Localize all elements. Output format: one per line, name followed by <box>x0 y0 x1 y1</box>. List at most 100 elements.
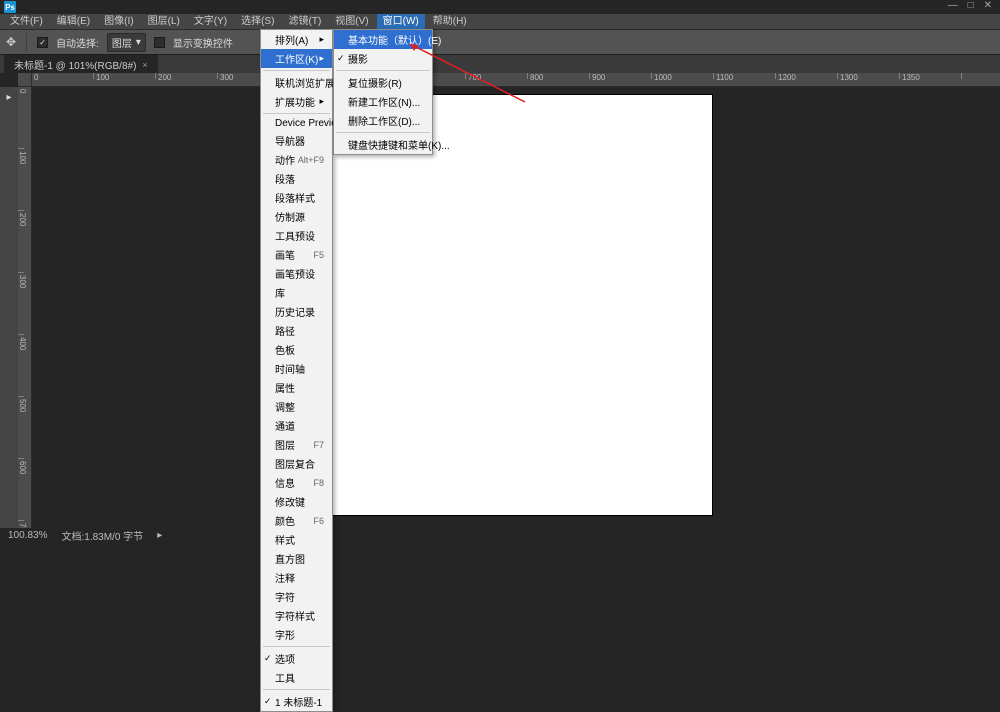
zoom-level[interactable]: 100.83% <box>8 530 47 541</box>
menu-item-label: 新建工作区(N)... <box>348 94 420 109</box>
menu-help[interactable]: 帮助(H) <box>427 14 473 29</box>
menu-item[interactable]: 选项 <box>261 649 332 668</box>
close-tab-icon[interactable]: × <box>142 60 147 70</box>
minimize-icon[interactable]: — <box>948 0 958 11</box>
menu-item[interactable]: 调整 <box>261 397 332 416</box>
menu-item[interactable]: 段落样式 <box>261 188 332 207</box>
menu-item-label: 仿制源 <box>275 209 305 224</box>
menu-item[interactable]: 注释 <box>261 568 332 587</box>
menu-item[interactable]: 新建工作区(N)... <box>334 92 432 111</box>
menu-item[interactable]: 工作区(K)▸ <box>261 49 332 68</box>
ruler-tick: 700 <box>18 521 31 528</box>
menu-item[interactable]: 样式 <box>261 530 332 549</box>
menu-image[interactable]: 图像(I) <box>98 14 139 29</box>
menu-item-label: 画笔预设 <box>275 266 315 281</box>
menu-item[interactable]: 联机浏览扩展... <box>261 73 332 92</box>
menu-item-label: 段落样式 <box>275 190 315 205</box>
menu-item[interactable]: 图层F7 <box>261 435 332 454</box>
document-tab-bar: 未标题-1 @ 101%(RGB/8#) × <box>0 55 1000 73</box>
menu-item-label: 注释 <box>275 570 295 585</box>
status-bar: 100.83% 文档:1.83M/0 字节 ▸ <box>0 528 1000 542</box>
canvas[interactable] <box>312 95 712 515</box>
menu-item[interactable]: 图层复合 <box>261 454 332 473</box>
menu-item-label: 1 未标题-1 <box>275 694 322 709</box>
menu-item[interactable]: 摄影 <box>334 49 432 68</box>
menu-item[interactable]: 路径 <box>261 321 332 340</box>
menu-item[interactable]: 画笔F5 <box>261 245 332 264</box>
menu-item[interactable]: 1 未标题-1 <box>261 692 332 711</box>
menu-item[interactable]: 导航器 <box>261 131 332 150</box>
menu-item[interactable]: 段落 <box>261 169 332 188</box>
menu-window[interactable]: 窗口(W) <box>377 14 425 29</box>
menu-item[interactable]: 直方图 <box>261 549 332 568</box>
menu-file[interactable]: 文件(F) <box>4 14 49 29</box>
menu-item[interactable]: 字符样式 <box>261 606 332 625</box>
show-transform-checkbox[interactable] <box>154 37 165 48</box>
document-tab[interactable]: 未标题-1 @ 101%(RGB/8#) × <box>4 54 158 74</box>
menu-item-label: 调整 <box>275 399 295 414</box>
ruler-tick: 600 <box>18 459 31 521</box>
menu-item[interactable]: 信息F8 <box>261 473 332 492</box>
shortcut-label: F7 <box>313 440 324 450</box>
menu-item[interactable]: 画笔预设 <box>261 264 332 283</box>
close-icon[interactable]: ✕ <box>984 0 992 11</box>
menu-item[interactable]: 工具 <box>261 668 332 687</box>
menu-type[interactable]: 文字(Y) <box>188 14 233 29</box>
menu-item[interactable]: 键盘快捷键和菜单(K)... <box>334 135 432 154</box>
menu-layer[interactable]: 图层(L) <box>142 14 186 29</box>
menu-item[interactable]: 基本功能（默认）(E) <box>334 30 432 49</box>
menu-item[interactable]: 属性 <box>261 378 332 397</box>
maximize-icon[interactable]: □ <box>968 0 974 11</box>
menu-item[interactable]: 工具预设 <box>261 226 332 245</box>
menu-item[interactable]: 时间轴 <box>261 359 332 378</box>
menu-item[interactable]: 通道 <box>261 416 332 435</box>
menu-item[interactable]: 历史记录 <box>261 302 332 321</box>
menu-view[interactable]: 视图(V) <box>329 14 374 29</box>
menu-item-label: 通道 <box>275 418 295 433</box>
menu-item[interactable]: 扩展功能▸ <box>261 92 332 111</box>
canvas-area[interactable] <box>32 87 1000 528</box>
menu-item[interactable]: 字符 <box>261 587 332 606</box>
toolbar-collapse-icon[interactable]: ▸ <box>1 89 17 105</box>
menu-item[interactable]: 颜色F6 <box>261 511 332 530</box>
menu-item[interactable]: 字形 <box>261 625 332 644</box>
menu-select[interactable]: 选择(S) <box>235 14 280 29</box>
ruler-tick: 800 <box>528 73 590 86</box>
menu-item-label: 选项 <box>275 651 295 666</box>
ruler-tick: 700 <box>466 73 528 86</box>
menu-separator <box>336 132 430 133</box>
menu-item-label: 删除工作区(D)... <box>348 113 420 128</box>
shortcut-label: F5 <box>313 250 324 260</box>
menu-item-label: 排列(A) <box>275 32 308 47</box>
menu-item[interactable]: 复位摄影(R) <box>334 73 432 92</box>
menu-item-label: 字符样式 <box>275 608 315 623</box>
menu-item-label: 工作区(K) <box>275 51 318 66</box>
menu-item-label: 字符 <box>275 589 295 604</box>
menu-bar: 文件(F) 编辑(E) 图像(I) 图层(L) 文字(Y) 选择(S) 滤镜(T… <box>0 14 1000 29</box>
menu-item[interactable]: 动作Alt+F9 <box>261 150 332 169</box>
menu-item[interactable]: 排列(A)▸ <box>261 30 332 49</box>
move-tool-icon: ✥ <box>6 35 16 49</box>
menu-edit[interactable]: 编辑(E) <box>51 14 96 29</box>
menu-filter[interactable]: 滤镜(T) <box>283 14 328 29</box>
layer-group-dropdown[interactable]: 图层▾ <box>107 33 146 52</box>
menu-item[interactable]: 仿制源 <box>261 207 332 226</box>
chevron-right-icon[interactable]: ▸ <box>157 530 162 541</box>
app-logo: Ps <box>4 1 16 13</box>
menu-item-label: 样式 <box>275 532 295 547</box>
ruler-tick: 300 <box>18 273 31 335</box>
menu-separator <box>263 689 330 690</box>
menu-item[interactable]: 修改键 <box>261 492 332 511</box>
menu-item[interactable]: Device Preview <box>261 116 332 131</box>
ruler-tick: 400 <box>18 335 31 397</box>
doc-info[interactable]: 文档:1.83M/0 字节 <box>61 528 143 543</box>
menu-item[interactable]: 库 <box>261 283 332 302</box>
menu-item[interactable]: 删除工作区(D)... <box>334 111 432 130</box>
submenu-arrow-icon: ▸ <box>319 53 324 64</box>
menu-separator <box>263 113 330 114</box>
menu-item[interactable]: 色板 <box>261 340 332 359</box>
ruler-tick: 1100 <box>714 73 776 86</box>
title-bar: Ps — □ ✕ <box>0 0 1000 14</box>
menu-item-label: 工具 <box>275 670 295 685</box>
auto-select-checkbox[interactable]: ✓ <box>37 37 48 48</box>
